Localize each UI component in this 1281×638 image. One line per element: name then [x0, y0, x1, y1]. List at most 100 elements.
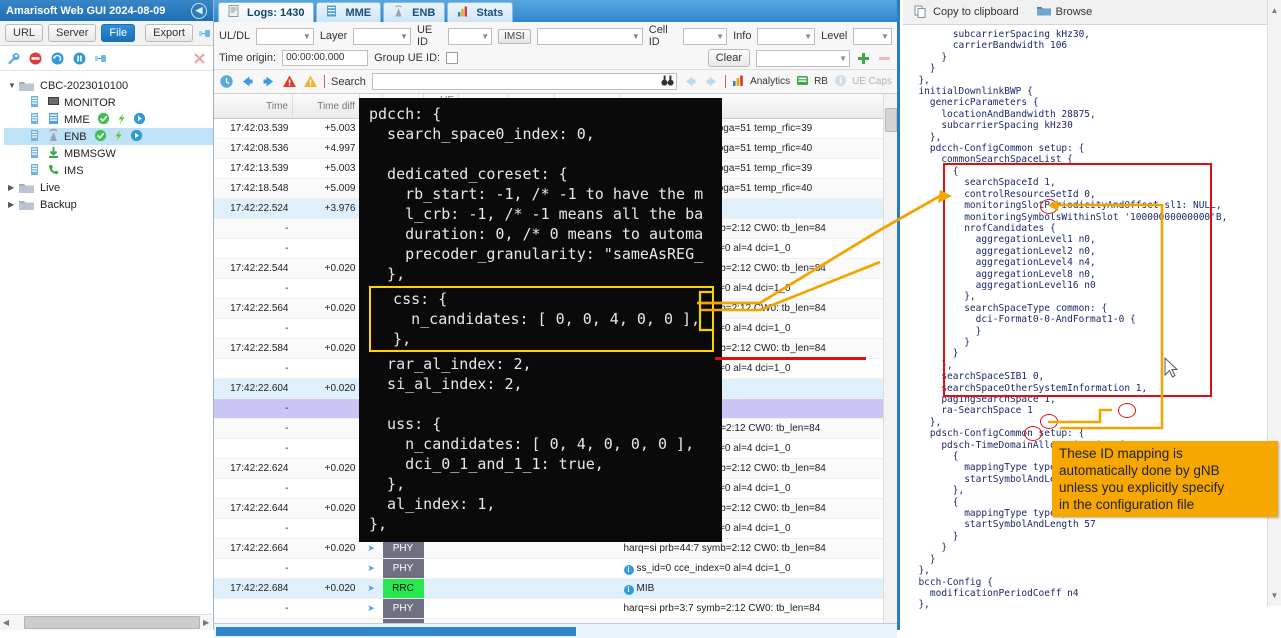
tree-node-live[interactable]: ▶ Live [4, 179, 213, 196]
imsi-button[interactable]: IMSI [498, 28, 531, 44]
analytics-button[interactable]: Analytics [732, 74, 790, 89]
layer-select[interactable]: ▼ [353, 27, 411, 45]
chevron-down-icon[interactable]: ▼ [8, 81, 19, 90]
bolt-icon[interactable] [115, 112, 130, 127]
cell-time: - [214, 438, 293, 459]
plus-icon[interactable] [856, 51, 871, 66]
rb-button[interactable]: RB [796, 74, 828, 89]
binoculars-icon[interactable] [661, 74, 676, 89]
scroll-right-icon[interactable]: ▶ [200, 618, 212, 627]
callout-text: These ID mapping is automatically done by… [1059, 446, 1225, 512]
play-icon[interactable] [130, 129, 145, 144]
server-icon [326, 5, 341, 20]
bolt-icon[interactable] [112, 129, 127, 144]
cell-time: 17:42:18.548 [214, 178, 293, 199]
tree-node-backup[interactable]: ▶ Backup [4, 196, 213, 213]
tree-node-label: Live [40, 181, 61, 194]
tab-enb[interactable]: ENB [383, 2, 446, 22]
chevron-left-icon[interactable]: ◀ [191, 2, 207, 19]
copy-to-clipboard-button[interactable]: Copy to clipboard [909, 3, 1024, 22]
cell-rat: PHY [382, 598, 424, 619]
column-header-time-diff[interactable]: Time diff [292, 94, 360, 119]
warning-icon[interactable] [303, 74, 318, 89]
tab-mme[interactable]: MME [316, 2, 382, 22]
time-origin-label: Time origin: [219, 52, 277, 64]
log-horizontal-scrollbar[interactable] [214, 623, 897, 638]
browse-button[interactable]: Browse [1032, 3, 1098, 22]
scroll-left-icon[interactable]: ◀ [0, 618, 12, 627]
check-icon[interactable] [97, 112, 112, 127]
chevron-right-icon[interactable]: ▶ [8, 200, 19, 209]
preset-select[interactable]: ▼ [756, 49, 850, 67]
cell-message: iss_id=0 cce_index=0 al=4 dci=1_0 [619, 558, 897, 579]
ue-caps-button[interactable]: UE Caps [834, 74, 892, 89]
clock-icon[interactable] [219, 74, 234, 89]
log-vertical-scrollbar[interactable] [883, 94, 897, 623]
cell-time: - [214, 238, 293, 259]
url-button[interactable]: URL [5, 24, 44, 42]
scroll-thumb[interactable] [23, 616, 201, 629]
ueid-select[interactable]: ▼ [448, 27, 493, 45]
tree-node-ims[interactable]: IMS [4, 162, 213, 179]
direction-arrow-icon: ➤ [367, 563, 375, 573]
group-ue-checkbox[interactable] [446, 52, 459, 64]
level-select[interactable]: ▼ [853, 27, 892, 45]
error-icon[interactable] [282, 74, 297, 89]
minus-icon[interactable] [877, 51, 892, 66]
imsi-select[interactable]: ▼ [536, 27, 643, 45]
tree-node-monitor[interactable]: MONITOR [4, 94, 213, 111]
tree-node-root[interactable]: ▼ CBC-2023010100 [4, 77, 213, 94]
server-button[interactable]: Server [48, 24, 97, 42]
plug-icon[interactable] [94, 51, 109, 66]
wrench-icon[interactable] [6, 51, 21, 66]
file-button[interactable]: File [101, 24, 136, 42]
chevron-right-icon[interactable]: ▶ [8, 183, 19, 192]
table-row[interactable]: - ➤ PHY iss_id=0 cce_index=0 al=4 dci=1_0 [214, 558, 897, 579]
clear-button[interactable]: Clear [707, 49, 750, 67]
tree-node-mbmsgw[interactable]: MBMSGW [4, 145, 213, 162]
search-next-icon[interactable] [704, 74, 719, 89]
left-horizontal-scrollbar[interactable]: ◀ ▶ [0, 614, 212, 630]
tree-node-enb[interactable]: ENB [4, 128, 213, 145]
code-line: }, [369, 515, 388, 533]
refresh-icon[interactable] [50, 51, 65, 66]
plug-icon[interactable] [198, 26, 213, 41]
uldl-select[interactable]: ▼ [256, 27, 314, 45]
cell-time: 17:42:03.539 [214, 118, 293, 139]
cell-channel [554, 578, 620, 599]
tab-stats[interactable]: Stats [447, 2, 514, 22]
level-label: Level [821, 30, 848, 42]
code-line: dci_0_1_and_1_1: true, [369, 455, 604, 473]
arrow-right-icon[interactable] [261, 74, 276, 89]
tree-node-mme[interactable]: MME [4, 111, 213, 128]
check-icon[interactable] [94, 129, 109, 144]
search-prev-icon[interactable] [683, 74, 698, 89]
export-button[interactable]: Export [145, 24, 193, 42]
left-toolbar: URL Server File Export [0, 21, 213, 46]
scroll-thumb[interactable] [216, 626, 576, 636]
cell-time: 17:42:22.544 [214, 258, 293, 279]
table-row[interactable]: - ➤PHY1152.00xffffPDCCHiss_id=0 cce_index… [214, 618, 897, 623]
table-row[interactable]: - ➤ PHY harq=si prb=3:7 symb=2:12 CW0: tb_l… [214, 598, 897, 619]
arrow-left-icon[interactable] [240, 74, 255, 89]
column-header-time[interactable]: Time [214, 94, 293, 119]
tree-node-label: MONITOR [64, 96, 116, 109]
rb-icon [796, 74, 811, 89]
annotation-callout: These ID mapping is automatically done by… [1052, 441, 1278, 517]
caret-up-icon[interactable]: ▲ [1270, 6, 1279, 15]
cellid-select[interactable]: ▼ [683, 27, 728, 45]
cell-time: 17:42:22.624 [214, 458, 293, 479]
time-origin-input[interactable]: 00:00:00.000 [282, 50, 369, 66]
close-icon[interactable] [192, 51, 207, 66]
cell-time-diff [292, 318, 360, 339]
tab-logs[interactable]: Logs: 1430 [218, 2, 315, 22]
table-row[interactable]: 17:42:22.684 +0.020 ➤ RRC i MIB [214, 578, 897, 599]
search-input[interactable] [371, 73, 678, 90]
stop-icon[interactable] [28, 51, 43, 66]
info-select[interactable]: ▼ [757, 27, 816, 45]
scroll-thumb[interactable] [885, 108, 897, 132]
play-icon[interactable] [133, 112, 148, 127]
caret-down-icon[interactable]: ▼ [1270, 591, 1279, 600]
pause-icon[interactable] [72, 51, 87, 66]
cell-time: 17:42:22.664 [214, 538, 293, 559]
